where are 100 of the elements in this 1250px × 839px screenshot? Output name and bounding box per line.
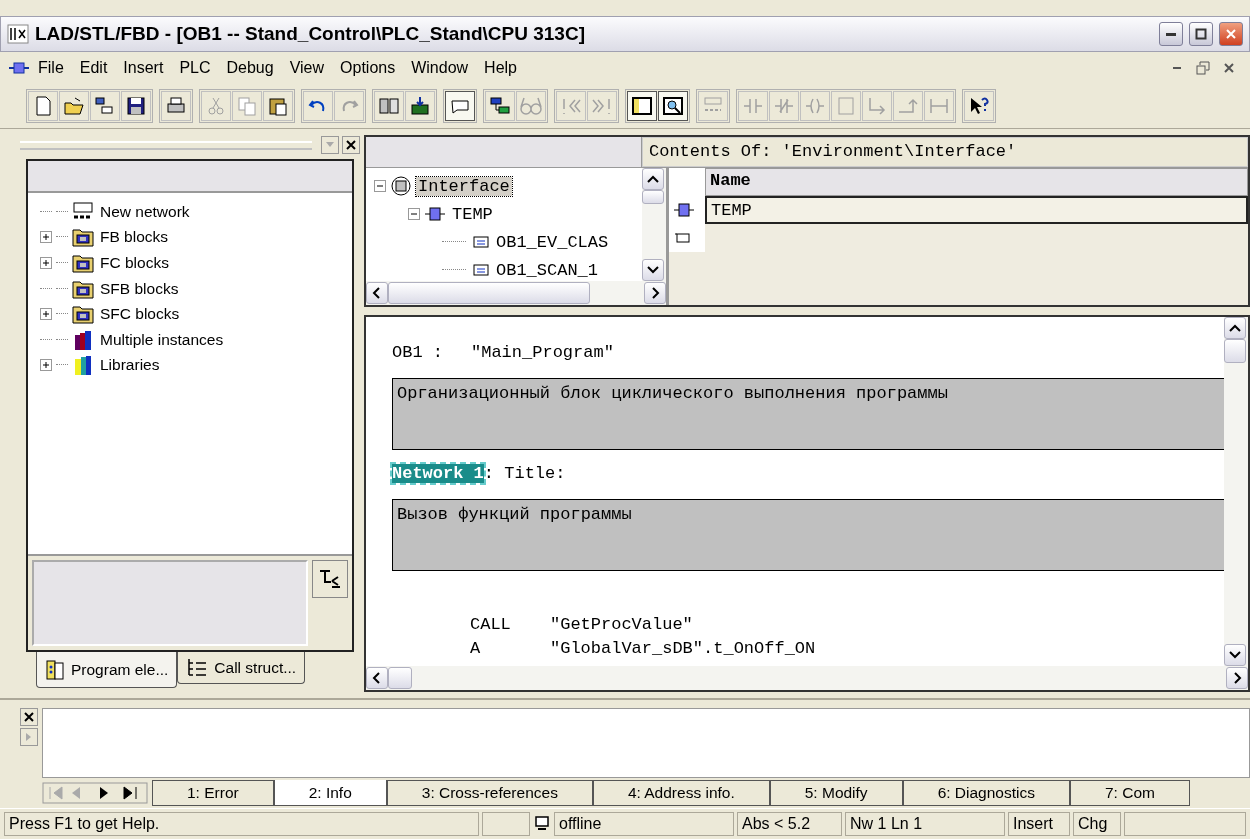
overview-button[interactable] bbox=[627, 91, 657, 121]
scroll-right-button[interactable] bbox=[1226, 667, 1248, 689]
output-tab[interactable]: 3: Cross-references bbox=[386, 780, 593, 806]
status-message: Press F1 to get Help. bbox=[4, 812, 479, 836]
output-tab[interactable]: 1: Error bbox=[152, 780, 274, 806]
details-button[interactable] bbox=[658, 91, 688, 121]
maximize-icon bbox=[1195, 28, 1207, 40]
scroll-left-button[interactable] bbox=[366, 282, 388, 304]
tree-item[interactable]: TEMP bbox=[450, 204, 495, 224]
scroll-thumb[interactable] bbox=[642, 190, 664, 204]
menu-item[interactable]: Window bbox=[403, 55, 477, 81]
menu-item[interactable]: Options bbox=[332, 55, 404, 81]
open-button[interactable] bbox=[59, 91, 89, 121]
output-tab[interactable]: 6: Diagnostics bbox=[902, 780, 1070, 806]
online-button[interactable] bbox=[485, 91, 515, 121]
output-tab[interactable]: 2: Info bbox=[273, 780, 387, 806]
scroll-up-button[interactable] bbox=[1224, 317, 1246, 339]
variable-icon bbox=[470, 263, 490, 277]
scroll-down-button[interactable] bbox=[1224, 644, 1246, 666]
panel-tab[interactable]: Call struct... bbox=[177, 652, 306, 684]
tree-item[interactable]: New network bbox=[98, 202, 192, 221]
computer-icon bbox=[533, 815, 551, 833]
code-operand: "GetProcValue" bbox=[550, 615, 693, 636]
expand-toggle[interactable] bbox=[40, 231, 52, 244]
column-header[interactable]: Name bbox=[705, 168, 1248, 196]
menu-item[interactable]: Debug bbox=[218, 55, 282, 81]
caret-icon bbox=[325, 141, 335, 149]
vertical-scrollbar[interactable] bbox=[642, 168, 666, 281]
scroll-left-button[interactable] bbox=[366, 667, 388, 689]
scroll-thumb[interactable] bbox=[388, 282, 590, 304]
network-title: : Title: bbox=[483, 464, 566, 483]
tree-item[interactable]: SFB blocks bbox=[98, 279, 181, 298]
minimize-icon bbox=[1166, 32, 1176, 36]
document-icon bbox=[8, 61, 30, 75]
collapse-toggle[interactable] bbox=[374, 180, 386, 192]
output-tab[interactable]: 7: Com bbox=[1070, 780, 1190, 806]
code-op: CALL bbox=[470, 615, 512, 636]
scroll-right-button[interactable] bbox=[644, 282, 666, 304]
tree-connector bbox=[442, 241, 466, 243]
tree-item[interactable]: Interface bbox=[416, 176, 512, 196]
scroll-thumb[interactable] bbox=[1224, 339, 1246, 363]
scroll-thumb[interactable] bbox=[388, 667, 412, 689]
scroll-up-button[interactable] bbox=[642, 168, 664, 190]
help-icon bbox=[968, 95, 990, 117]
insert-button[interactable] bbox=[312, 560, 348, 598]
horizontal-scrollbar[interactable] bbox=[366, 281, 666, 305]
library-icon bbox=[72, 354, 94, 377]
scroll-down-button[interactable] bbox=[642, 259, 664, 281]
book-icon bbox=[45, 658, 65, 681]
collapse-toggle[interactable] bbox=[408, 208, 420, 220]
tree-item[interactable]: Libraries bbox=[98, 356, 162, 375]
address-status: Abs < 5.2 bbox=[737, 812, 842, 836]
cut-icon bbox=[205, 95, 227, 117]
position-status: Nw 1 Ln 1 bbox=[845, 812, 1005, 836]
change-status: Chg bbox=[1073, 812, 1121, 836]
box-icon bbox=[835, 95, 857, 117]
menu-item[interactable]: Insert bbox=[115, 55, 172, 81]
menu-item[interactable]: PLC bbox=[171, 55, 219, 81]
undo-button[interactable] bbox=[303, 91, 333, 121]
block-name: "Main_Program" bbox=[471, 343, 614, 362]
output-tab[interactable]: 4: Address info. bbox=[592, 780, 770, 806]
close-button[interactable] bbox=[20, 708, 38, 726]
grip-handle[interactable] bbox=[20, 140, 312, 150]
tree-connector bbox=[56, 262, 68, 264]
menu-item[interactable]: View bbox=[281, 55, 333, 81]
expand-toggle[interactable] bbox=[40, 359, 52, 372]
horizontal-scrollbar[interactable] bbox=[366, 666, 1248, 690]
compare-icon bbox=[378, 95, 400, 117]
network-label[interactable]: Network 1 bbox=[392, 464, 484, 483]
details-icon bbox=[662, 95, 684, 117]
download-button[interactable] bbox=[405, 91, 435, 121]
tree-connector bbox=[56, 210, 68, 213]
expand-toggle[interactable] bbox=[40, 308, 52, 321]
variable-icon bbox=[470, 235, 490, 249]
new-button[interactable] bbox=[28, 91, 58, 121]
tree-connector bbox=[56, 338, 68, 341]
expand-toggle[interactable] bbox=[40, 257, 52, 269]
tree-connector bbox=[56, 313, 68, 316]
empty-variable-icon bbox=[673, 231, 693, 245]
maximize-button[interactable] bbox=[1189, 22, 1213, 46]
tree-item[interactable]: OB1_EV_CLAS bbox=[494, 232, 611, 252]
tree-connector bbox=[56, 364, 68, 367]
menu-item[interactable]: Edit bbox=[71, 55, 116, 81]
connection-status: offline bbox=[554, 812, 734, 836]
output-tab[interactable]: 5: Modify bbox=[769, 780, 903, 806]
tree-item[interactable]: Multiple instances bbox=[98, 330, 226, 349]
close-button[interactable] bbox=[342, 136, 360, 154]
tree-item[interactable]: OB1_SCAN_1 bbox=[494, 260, 601, 280]
tree-item[interactable]: FC blocks bbox=[98, 254, 171, 272]
minimize-button[interactable] bbox=[1159, 22, 1183, 46]
tree-item[interactable]: FB blocks bbox=[98, 228, 171, 247]
folder-icon bbox=[72, 226, 94, 249]
menu-item[interactable]: Help bbox=[476, 55, 525, 81]
save-button[interactable] bbox=[121, 91, 151, 121]
paste-button[interactable] bbox=[263, 91, 293, 121]
compare-button[interactable] bbox=[374, 91, 404, 121]
panel-tab[interactable]: Program ele... bbox=[36, 652, 178, 688]
tree-item[interactable]: SFC blocks bbox=[98, 305, 182, 324]
vertical-scrollbar[interactable] bbox=[1224, 317, 1248, 666]
menu-item[interactable]: File bbox=[30, 55, 72, 81]
